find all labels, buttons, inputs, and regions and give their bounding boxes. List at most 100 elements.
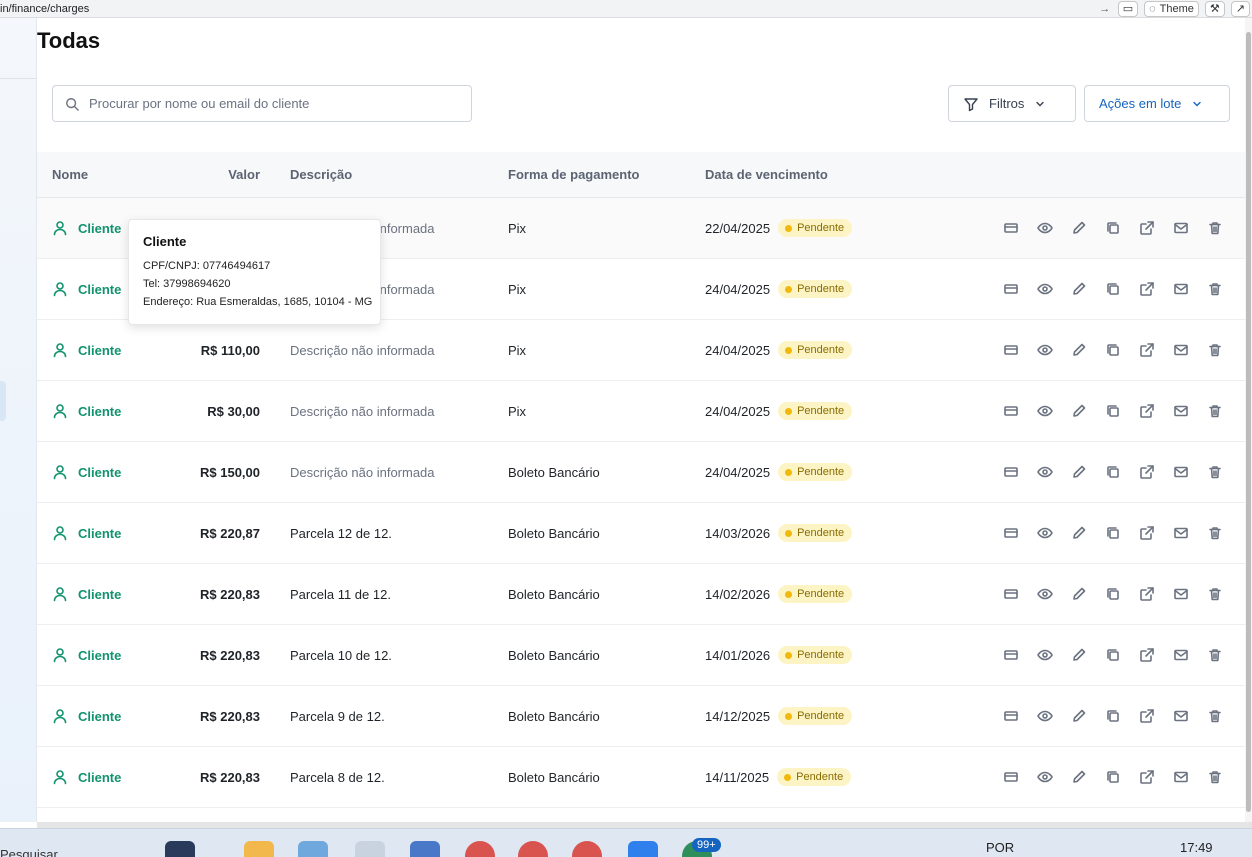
- theme-button[interactable]: ◌ Theme: [1144, 0, 1199, 17]
- eye-icon[interactable]: [1035, 523, 1055, 543]
- eye-icon[interactable]: [1035, 279, 1055, 299]
- client-link[interactable]: Cliente: [78, 526, 121, 541]
- trash-icon[interactable]: [1205, 645, 1225, 665]
- header-valor[interactable]: Valor: [141, 167, 260, 182]
- card-icon[interactable]: [1001, 401, 1021, 421]
- bulk-actions-button[interactable]: Ações em lote: [1084, 85, 1230, 122]
- table-row[interactable]: Cliente R$ 220,83 Parcela 8 de 12. Bolet…: [37, 747, 1245, 808]
- external-link-icon[interactable]: [1137, 279, 1157, 299]
- scroll-thumb[interactable]: [1246, 32, 1251, 812]
- trash-icon[interactable]: [1205, 340, 1225, 360]
- external-link-icon[interactable]: [1137, 401, 1157, 421]
- table-row[interactable]: Cliente R$ 220,87 Parcela 12 de 12. Bole…: [37, 503, 1245, 564]
- eye-icon[interactable]: [1035, 584, 1055, 604]
- wrench-icon[interactable]: ⚒: [1204, 0, 1225, 17]
- external-link-icon[interactable]: [1137, 706, 1157, 726]
- arrow-right-icon[interactable]: →: [1098, 3, 1112, 15]
- pencil-icon[interactable]: [1069, 279, 1089, 299]
- pencil-icon[interactable]: [1069, 706, 1089, 726]
- pencil-icon[interactable]: [1069, 462, 1089, 482]
- vertical-scrollbar[interactable]: [1245, 18, 1252, 822]
- eye-icon[interactable]: [1035, 767, 1055, 787]
- trash-icon[interactable]: [1205, 218, 1225, 238]
- trash-icon[interactable]: [1205, 584, 1225, 604]
- client-link[interactable]: Cliente: [78, 404, 121, 419]
- client-link[interactable]: Cliente: [78, 587, 121, 602]
- taskbar-search[interactable]: Pesquisar: [0, 847, 58, 857]
- trash-icon[interactable]: [1205, 401, 1225, 421]
- pencil-icon[interactable]: [1069, 340, 1089, 360]
- folder-icon[interactable]: [244, 841, 274, 857]
- chrome-icon[interactable]: [465, 841, 495, 857]
- pencil-icon[interactable]: [1069, 645, 1089, 665]
- card-icon[interactable]: [1001, 767, 1021, 787]
- external-link-icon[interactable]: [1137, 218, 1157, 238]
- mail-icon[interactable]: [1171, 767, 1191, 787]
- photos-icon[interactable]: [298, 841, 328, 857]
- mail-icon[interactable]: [1171, 462, 1191, 482]
- eye-icon[interactable]: [1035, 462, 1055, 482]
- filter-button[interactable]: Filtros: [948, 85, 1076, 122]
- vscode-icon[interactable]: [628, 841, 658, 857]
- card-icon[interactable]: [1001, 279, 1021, 299]
- mail-icon[interactable]: [1171, 584, 1191, 604]
- copy-icon[interactable]: [1103, 279, 1123, 299]
- screen-icon[interactable]: ▭: [1117, 0, 1139, 17]
- copy-icon[interactable]: [1103, 767, 1123, 787]
- trash-icon[interactable]: [1205, 523, 1225, 543]
- card-icon[interactable]: [1001, 523, 1021, 543]
- trash-icon[interactable]: [1205, 706, 1225, 726]
- client-link[interactable]: Cliente: [78, 282, 121, 297]
- mail-icon[interactable]: [1171, 401, 1191, 421]
- clock[interactable]: 17:49: [1180, 840, 1213, 855]
- client-link[interactable]: Cliente: [78, 465, 121, 480]
- pencil-icon[interactable]: [1069, 767, 1089, 787]
- eye-icon[interactable]: [1035, 340, 1055, 360]
- eye-icon[interactable]: [1035, 401, 1055, 421]
- external-link-icon[interactable]: [1137, 767, 1157, 787]
- pencil-icon[interactable]: [1069, 523, 1089, 543]
- pencil-icon[interactable]: [1069, 401, 1089, 421]
- copy-icon[interactable]: [1103, 706, 1123, 726]
- chrome-m-icon[interactable]: [572, 841, 602, 857]
- copy-icon[interactable]: [1103, 218, 1123, 238]
- eye-icon[interactable]: [1035, 645, 1055, 665]
- copy-icon[interactable]: [1103, 462, 1123, 482]
- header-descricao[interactable]: Descrição: [260, 167, 478, 182]
- table-row[interactable]: Cliente R$ 110,00 Descrição não informad…: [37, 320, 1245, 381]
- card-icon[interactable]: [1001, 645, 1021, 665]
- card-icon[interactable]: [1001, 584, 1021, 604]
- url-text[interactable]: in/finance/charges: [0, 3, 1098, 15]
- pencil-icon[interactable]: [1069, 218, 1089, 238]
- copy-icon[interactable]: [1103, 401, 1123, 421]
- table-row[interactable]: Cliente R$ 220,83 Parcela 9 de 12. Bolet…: [37, 686, 1245, 747]
- sidebar-active-indicator[interactable]: [0, 381, 6, 421]
- client-link[interactable]: Cliente: [78, 648, 121, 663]
- copy-icon[interactable]: [1103, 584, 1123, 604]
- mail-icon[interactable]: [1171, 340, 1191, 360]
- external-link-icon[interactable]: [1137, 523, 1157, 543]
- table-row[interactable]: Cliente R$ 30,00 Descrição não informada…: [37, 381, 1245, 442]
- copy-icon[interactable]: [1103, 340, 1123, 360]
- client-link[interactable]: Cliente: [78, 709, 121, 724]
- mail-icon[interactable]: [1171, 645, 1191, 665]
- external-link-icon[interactable]: [1137, 584, 1157, 604]
- language-indicator[interactable]: POR: [986, 840, 1014, 855]
- search-box[interactable]: [52, 85, 472, 122]
- header-nome[interactable]: Nome: [37, 167, 141, 182]
- external-link-icon[interactable]: [1137, 462, 1157, 482]
- header-forma[interactable]: Forma de pagamento: [478, 167, 675, 182]
- mail-icon[interactable]: [1171, 523, 1191, 543]
- client-link[interactable]: Cliente: [78, 221, 121, 236]
- card-icon[interactable]: [1001, 218, 1021, 238]
- pencil-icon[interactable]: [1069, 584, 1089, 604]
- mail-icon[interactable]: [1171, 279, 1191, 299]
- trash-icon[interactable]: [1205, 279, 1225, 299]
- client-link[interactable]: Cliente: [78, 343, 121, 358]
- app-icon[interactable]: [165, 841, 195, 857]
- external-link-icon[interactable]: [1137, 340, 1157, 360]
- eye-icon[interactable]: [1035, 706, 1055, 726]
- client-link[interactable]: Cliente: [78, 770, 121, 785]
- card-icon[interactable]: [1001, 462, 1021, 482]
- table-row[interactable]: Cliente R$ 150,00 Descrição não informad…: [37, 442, 1245, 503]
